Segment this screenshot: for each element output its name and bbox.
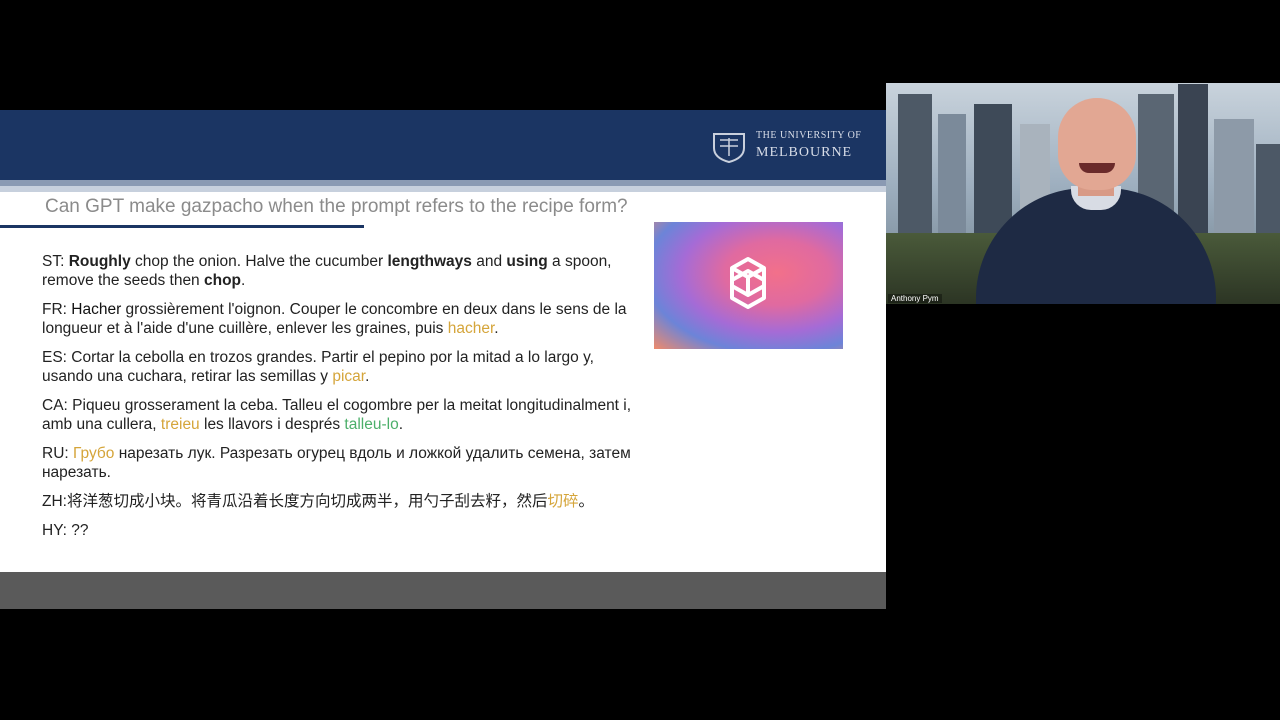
- presentation-slide: THE UNIVERSITY OF MELBOURNE Can GPT make…: [0, 110, 886, 609]
- title-underline: [0, 225, 364, 228]
- paragraph-hy: HY: ??: [42, 522, 89, 539]
- slide-header-bar: THE UNIVERSITY OF MELBOURNE: [0, 110, 886, 180]
- paragraph-ca: CA: Piqueu grosserament la ceba. Talleu …: [42, 397, 632, 433]
- header-stripe-light: [0, 186, 886, 192]
- slide-title: Can GPT make gazpacho when the prompt re…: [45, 196, 628, 217]
- paragraph-es: ES: Cortar la cebolla en trozos grandes.…: [42, 349, 594, 385]
- paragraph-ru: RU: Грубо нарезать лук. Разрезать огурец…: [42, 445, 631, 481]
- slide-content: ST: Roughly chop the onion. Halve the cu…: [42, 252, 642, 550]
- university-logo-line2: MELBOURNE: [756, 145, 853, 160]
- paragraph-zh: ZH:将洋葱切成小块。将青瓜沿着长度方向切成两半，用勺子刮去籽，然后切碎。: [42, 493, 595, 510]
- paragraph-fr: FR: Hacher grossièrement l'oignon. Coupe…: [42, 301, 627, 337]
- openai-logo-image: [654, 222, 843, 349]
- university-crest-icon: [713, 133, 745, 164]
- webcam-video-tile[interactable]: Anthony Pym: [886, 83, 1280, 304]
- openai-logo-icon: [730, 257, 766, 309]
- university-logo-line1: THE UNIVERSITY OF: [756, 130, 862, 141]
- slide-footer-bar: [0, 572, 886, 609]
- paragraph-st: ST: Roughly chop the onion. Halve the cu…: [42, 253, 612, 289]
- person-head: [1058, 98, 1136, 190]
- person-mouth: [1079, 163, 1115, 173]
- participant-name-label: Anthony Pym: [888, 294, 942, 303]
- university-logo: THE UNIVERSITY OF MELBOURNE: [708, 128, 868, 164]
